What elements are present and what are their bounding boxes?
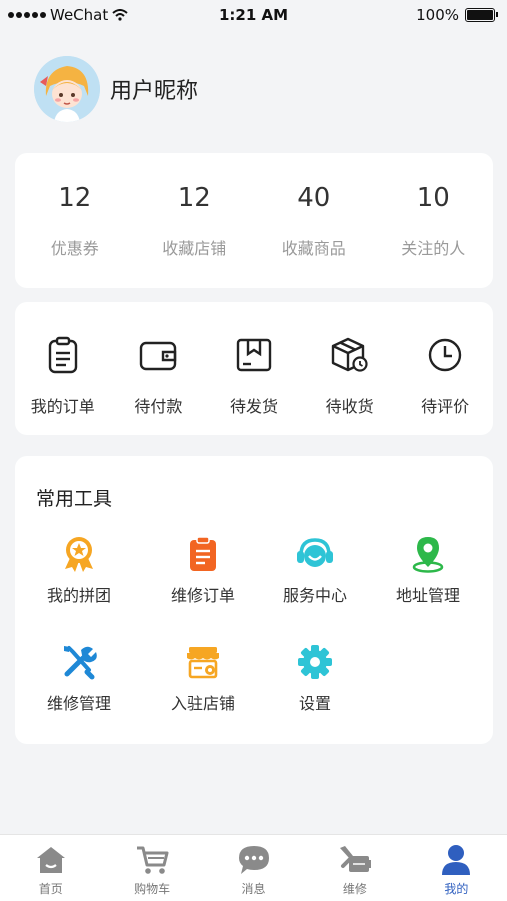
order-pending-shipment[interactable]: 待发货: [206, 302, 302, 435]
user-icon: [442, 845, 471, 875]
package-icon: [236, 338, 272, 372]
tool-label: 设置: [298, 694, 331, 713]
tool-repair-management[interactable]: 维修管理: [24, 644, 134, 714]
tools-card: 常用工具 我的拼团 维修订单 服务中心 地址管理 维修管理 入驻店铺 设置: [15, 456, 493, 744]
clipboard-icon: [48, 336, 77, 374]
tab-messages[interactable]: 消息: [203, 835, 304, 901]
tool-address-management[interactable]: 地址管理: [373, 536, 483, 606]
stat-value: 10: [416, 183, 450, 213]
location-pin-icon: [412, 537, 444, 573]
stats-card: 12 优惠券 12 收藏店铺 40 收藏商品 10 关注的人: [15, 153, 493, 288]
battery-info: 100%: [416, 6, 498, 24]
stat-label: 收藏商品: [281, 239, 346, 258]
tool-label: 我的拼团: [46, 586, 111, 605]
tool-settings[interactable]: 设置: [260, 644, 370, 714]
tool-label: 维修订单: [170, 586, 235, 605]
repair-icon: [339, 846, 371, 872]
order-label: 待发货: [229, 397, 278, 416]
tool-join-store[interactable]: 入驻店铺: [148, 644, 258, 714]
box-receive-icon: [331, 337, 368, 372]
tab-label: 首页: [38, 882, 63, 896]
tab-label: 维修: [342, 882, 367, 896]
stat-label: 优惠券: [50, 239, 99, 258]
order-label: 待付款: [134, 397, 183, 416]
tool-repair-orders[interactable]: 维修订单: [148, 536, 258, 606]
gear-icon: [298, 645, 332, 679]
tab-label: 我的: [444, 882, 469, 896]
home-icon: [36, 847, 65, 873]
orders-card: 我的订单 待付款 待发货 待收货 待评价: [15, 302, 493, 435]
stat-coupons[interactable]: 12 优惠券: [15, 153, 135, 288]
user-nickname[interactable]: 用户昵称: [110, 73, 198, 105]
order-list-icon: [190, 536, 216, 571]
stat-label: 收藏店铺: [162, 239, 227, 258]
order-pending-receipt[interactable]: 待收货: [302, 302, 398, 435]
tab-home[interactable]: 首页: [0, 835, 101, 901]
stat-label: 关注的人: [401, 239, 466, 258]
store-icon: [187, 647, 219, 679]
battery-percent: 100%: [416, 6, 459, 24]
wrench-icon: [64, 646, 97, 680]
stat-value: 12: [58, 183, 92, 213]
order-label: 我的订单: [30, 397, 95, 416]
tool-label: 地址管理: [395, 586, 460, 605]
avatar-illustration: [34, 56, 100, 122]
stat-following[interactable]: 10 关注的人: [374, 153, 494, 288]
stat-favorite-shops[interactable]: 12 收藏店铺: [135, 153, 255, 288]
cart-icon: [137, 846, 169, 874]
headset-icon: [297, 538, 333, 567]
message-icon: [238, 846, 269, 874]
tool-label: 维修管理: [46, 694, 111, 713]
tab-mine[interactable]: 我的: [406, 835, 507, 901]
profile-header[interactable]: 用户昵称: [34, 56, 198, 122]
tab-label: 消息: [241, 882, 266, 896]
status-bar: WeChat 1:21 AM 100%: [0, 0, 507, 32]
tool-label: 服务中心: [282, 586, 347, 605]
tools-title: 常用工具: [36, 488, 113, 510]
wallet-icon: [140, 341, 177, 371]
stat-favorite-products[interactable]: 40 收藏商品: [254, 153, 374, 288]
tab-repair[interactable]: 维修: [304, 835, 405, 901]
medal-icon: [65, 537, 93, 572]
order-label: 待评价: [421, 397, 470, 416]
avatar[interactable]: [34, 56, 100, 122]
order-pending-review[interactable]: 待评价: [397, 302, 493, 435]
tool-my-group-buy[interactable]: 我的拼团: [24, 536, 134, 606]
bottom-tab-bar: 首页 购物车 消息 维修 我的: [0, 834, 507, 901]
tool-label: 入驻店铺: [170, 694, 235, 713]
stat-value: 40: [297, 183, 331, 213]
clock-icon: [428, 338, 462, 372]
tab-label: 购物车: [134, 882, 171, 896]
order-label: 待收货: [325, 397, 374, 416]
tab-cart[interactable]: 购物车: [101, 835, 202, 901]
stat-value: 12: [177, 183, 211, 213]
battery-icon: [465, 8, 498, 22]
order-all[interactable]: 我的订单: [15, 302, 111, 435]
order-pending-payment[interactable]: 待付款: [111, 302, 207, 435]
tool-service-center[interactable]: 服务中心: [260, 536, 370, 606]
